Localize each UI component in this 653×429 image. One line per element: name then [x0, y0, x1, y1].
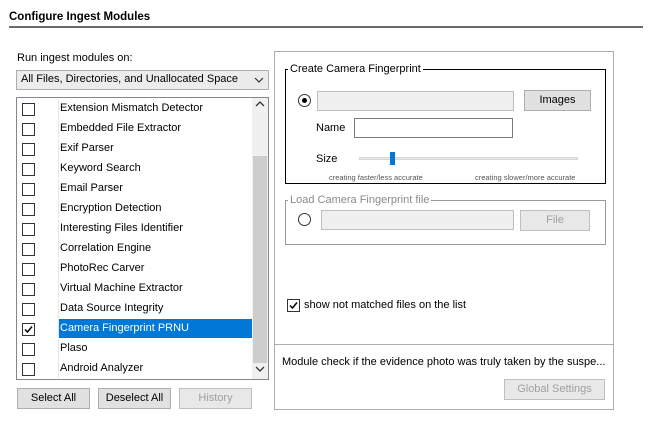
load-fingerprint-legend: Load Camera Fingerprint file	[290, 194, 430, 206]
module-row[interactable]: Exif Parser	[18, 139, 252, 158]
module-row[interactable]: Extension Mismatch Detector	[18, 99, 252, 118]
module-checkbox[interactable]	[22, 243, 35, 256]
module-row[interactable]: Keyword Search	[18, 159, 252, 178]
scroll-down-icon[interactable]	[252, 363, 268, 379]
images-button[interactable]: Images	[524, 90, 591, 111]
size-hint-left: creating faster/less accurate	[329, 173, 423, 182]
module-checkbox[interactable]	[22, 163, 35, 176]
show-not-matched-label: show not matched files on the list	[304, 299, 467, 311]
column-divider	[58, 259, 59, 278]
checkmark-icon	[24, 326, 33, 334]
module-row[interactable]: Plaso	[18, 339, 252, 358]
module-checkbox[interactable]	[22, 123, 35, 136]
run-on-selected-value: All Files, Directories, and Unallocated …	[21, 73, 239, 85]
module-checkbox[interactable]	[22, 143, 35, 156]
fingerprint-file-field[interactable]	[321, 210, 514, 230]
create-fingerprint-radio[interactable]	[298, 94, 311, 107]
column-divider	[58, 239, 59, 258]
create-fingerprint-legend: Create Camera Fingerprint	[290, 63, 421, 75]
module-row[interactable]: Embedded File Extractor	[18, 119, 252, 138]
chevron-down-icon	[254, 73, 264, 90]
size-slider-thumb[interactable]	[389, 152, 395, 165]
module-list: Extension Mismatch Detector Embedded File…	[16, 97, 269, 380]
global-settings-button[interactable]: Global Settings	[504, 379, 605, 400]
size-label: Size	[316, 153, 338, 165]
module-checkbox[interactable]	[22, 363, 35, 376]
module-row[interactable]: Camera Fingerprint PRNU	[18, 319, 252, 338]
column-divider	[58, 119, 59, 138]
module-row[interactable]: PhotoRec Carver	[18, 259, 252, 278]
column-divider	[58, 359, 59, 378]
run-on-select[interactable]: All Files, Directories, and Unallocated …	[16, 70, 269, 90]
show-not-matched-checkbox[interactable]	[287, 299, 300, 312]
module-checkbox[interactable]	[22, 343, 35, 356]
module-label: Android Analyzer	[60, 362, 144, 374]
file-button[interactable]: File	[520, 210, 590, 231]
run-on-label: Run ingest modules on:	[17, 52, 133, 64]
module-row[interactable]: Android Analyzer	[18, 359, 252, 378]
module-row[interactable]: Virtual Machine Extractor	[18, 279, 252, 298]
module-checkbox[interactable]	[22, 323, 35, 336]
module-row[interactable]: Encryption Detection	[18, 199, 252, 218]
module-label: Embedded File Extractor	[60, 122, 182, 134]
module-label: PhotoRec Carver	[60, 262, 145, 274]
module-checkbox[interactable]	[22, 283, 35, 296]
column-divider	[58, 139, 59, 158]
module-label: Email Parser	[60, 182, 123, 194]
module-label: Extension Mismatch Detector	[60, 102, 204, 114]
module-checkbox[interactable]	[22, 303, 35, 316]
module-label: Plaso	[60, 342, 88, 354]
module-description: Module check if the evidence photo was t…	[282, 356, 606, 368]
module-label: Data Source Integrity	[60, 302, 164, 314]
module-row[interactable]: Email Parser	[18, 179, 252, 198]
name-label: Name	[316, 122, 346, 134]
module-checkbox[interactable]	[22, 203, 35, 216]
history-button[interactable]: History	[179, 388, 252, 409]
title-separator	[9, 26, 643, 28]
module-checkbox[interactable]	[22, 263, 35, 276]
module-label: Correlation Engine	[60, 242, 152, 254]
scroll-up-icon[interactable]	[252, 98, 268, 114]
module-label: Encryption Detection	[60, 202, 162, 214]
page-title: Configure Ingest Modules	[9, 11, 151, 23]
scrollbar-thumb[interactable]	[253, 156, 267, 363]
module-label: Virtual Machine Extractor	[60, 282, 183, 294]
column-divider	[58, 179, 59, 198]
module-checkbox[interactable]	[22, 103, 35, 116]
select-all-button[interactable]: Select All	[17, 388, 90, 409]
column-divider	[58, 159, 59, 178]
module-row[interactable]: Data Source Integrity	[18, 299, 252, 318]
load-fingerprint-radio[interactable]	[298, 213, 311, 226]
module-label: Keyword Search	[60, 162, 141, 174]
module-label: Interesting Files Identifier	[60, 222, 183, 234]
deselect-all-button[interactable]: Deselect All	[98, 388, 171, 409]
checkmark-icon	[289, 302, 298, 310]
module-checkbox[interactable]	[22, 183, 35, 196]
column-divider	[58, 99, 59, 118]
module-row[interactable]: Correlation Engine	[18, 239, 252, 258]
column-divider	[58, 319, 59, 338]
module-checkbox[interactable]	[22, 223, 35, 236]
column-divider	[58, 279, 59, 298]
module-label: Camera Fingerprint PRNU	[60, 322, 189, 334]
name-field[interactable]	[354, 118, 513, 138]
size-hint-right: creating slower/more accurate	[475, 173, 576, 182]
column-divider	[58, 339, 59, 358]
images-path-field[interactable]	[317, 91, 514, 111]
column-divider	[58, 299, 59, 318]
module-row[interactable]: Interesting Files Identifier	[18, 219, 252, 238]
column-divider	[58, 199, 59, 218]
module-label: Exif Parser	[60, 142, 114, 154]
module-settings-panel: Create Camera Fingerprint Images Name Si…	[274, 51, 614, 410]
description-separator	[275, 344, 613, 345]
column-divider	[58, 219, 59, 238]
